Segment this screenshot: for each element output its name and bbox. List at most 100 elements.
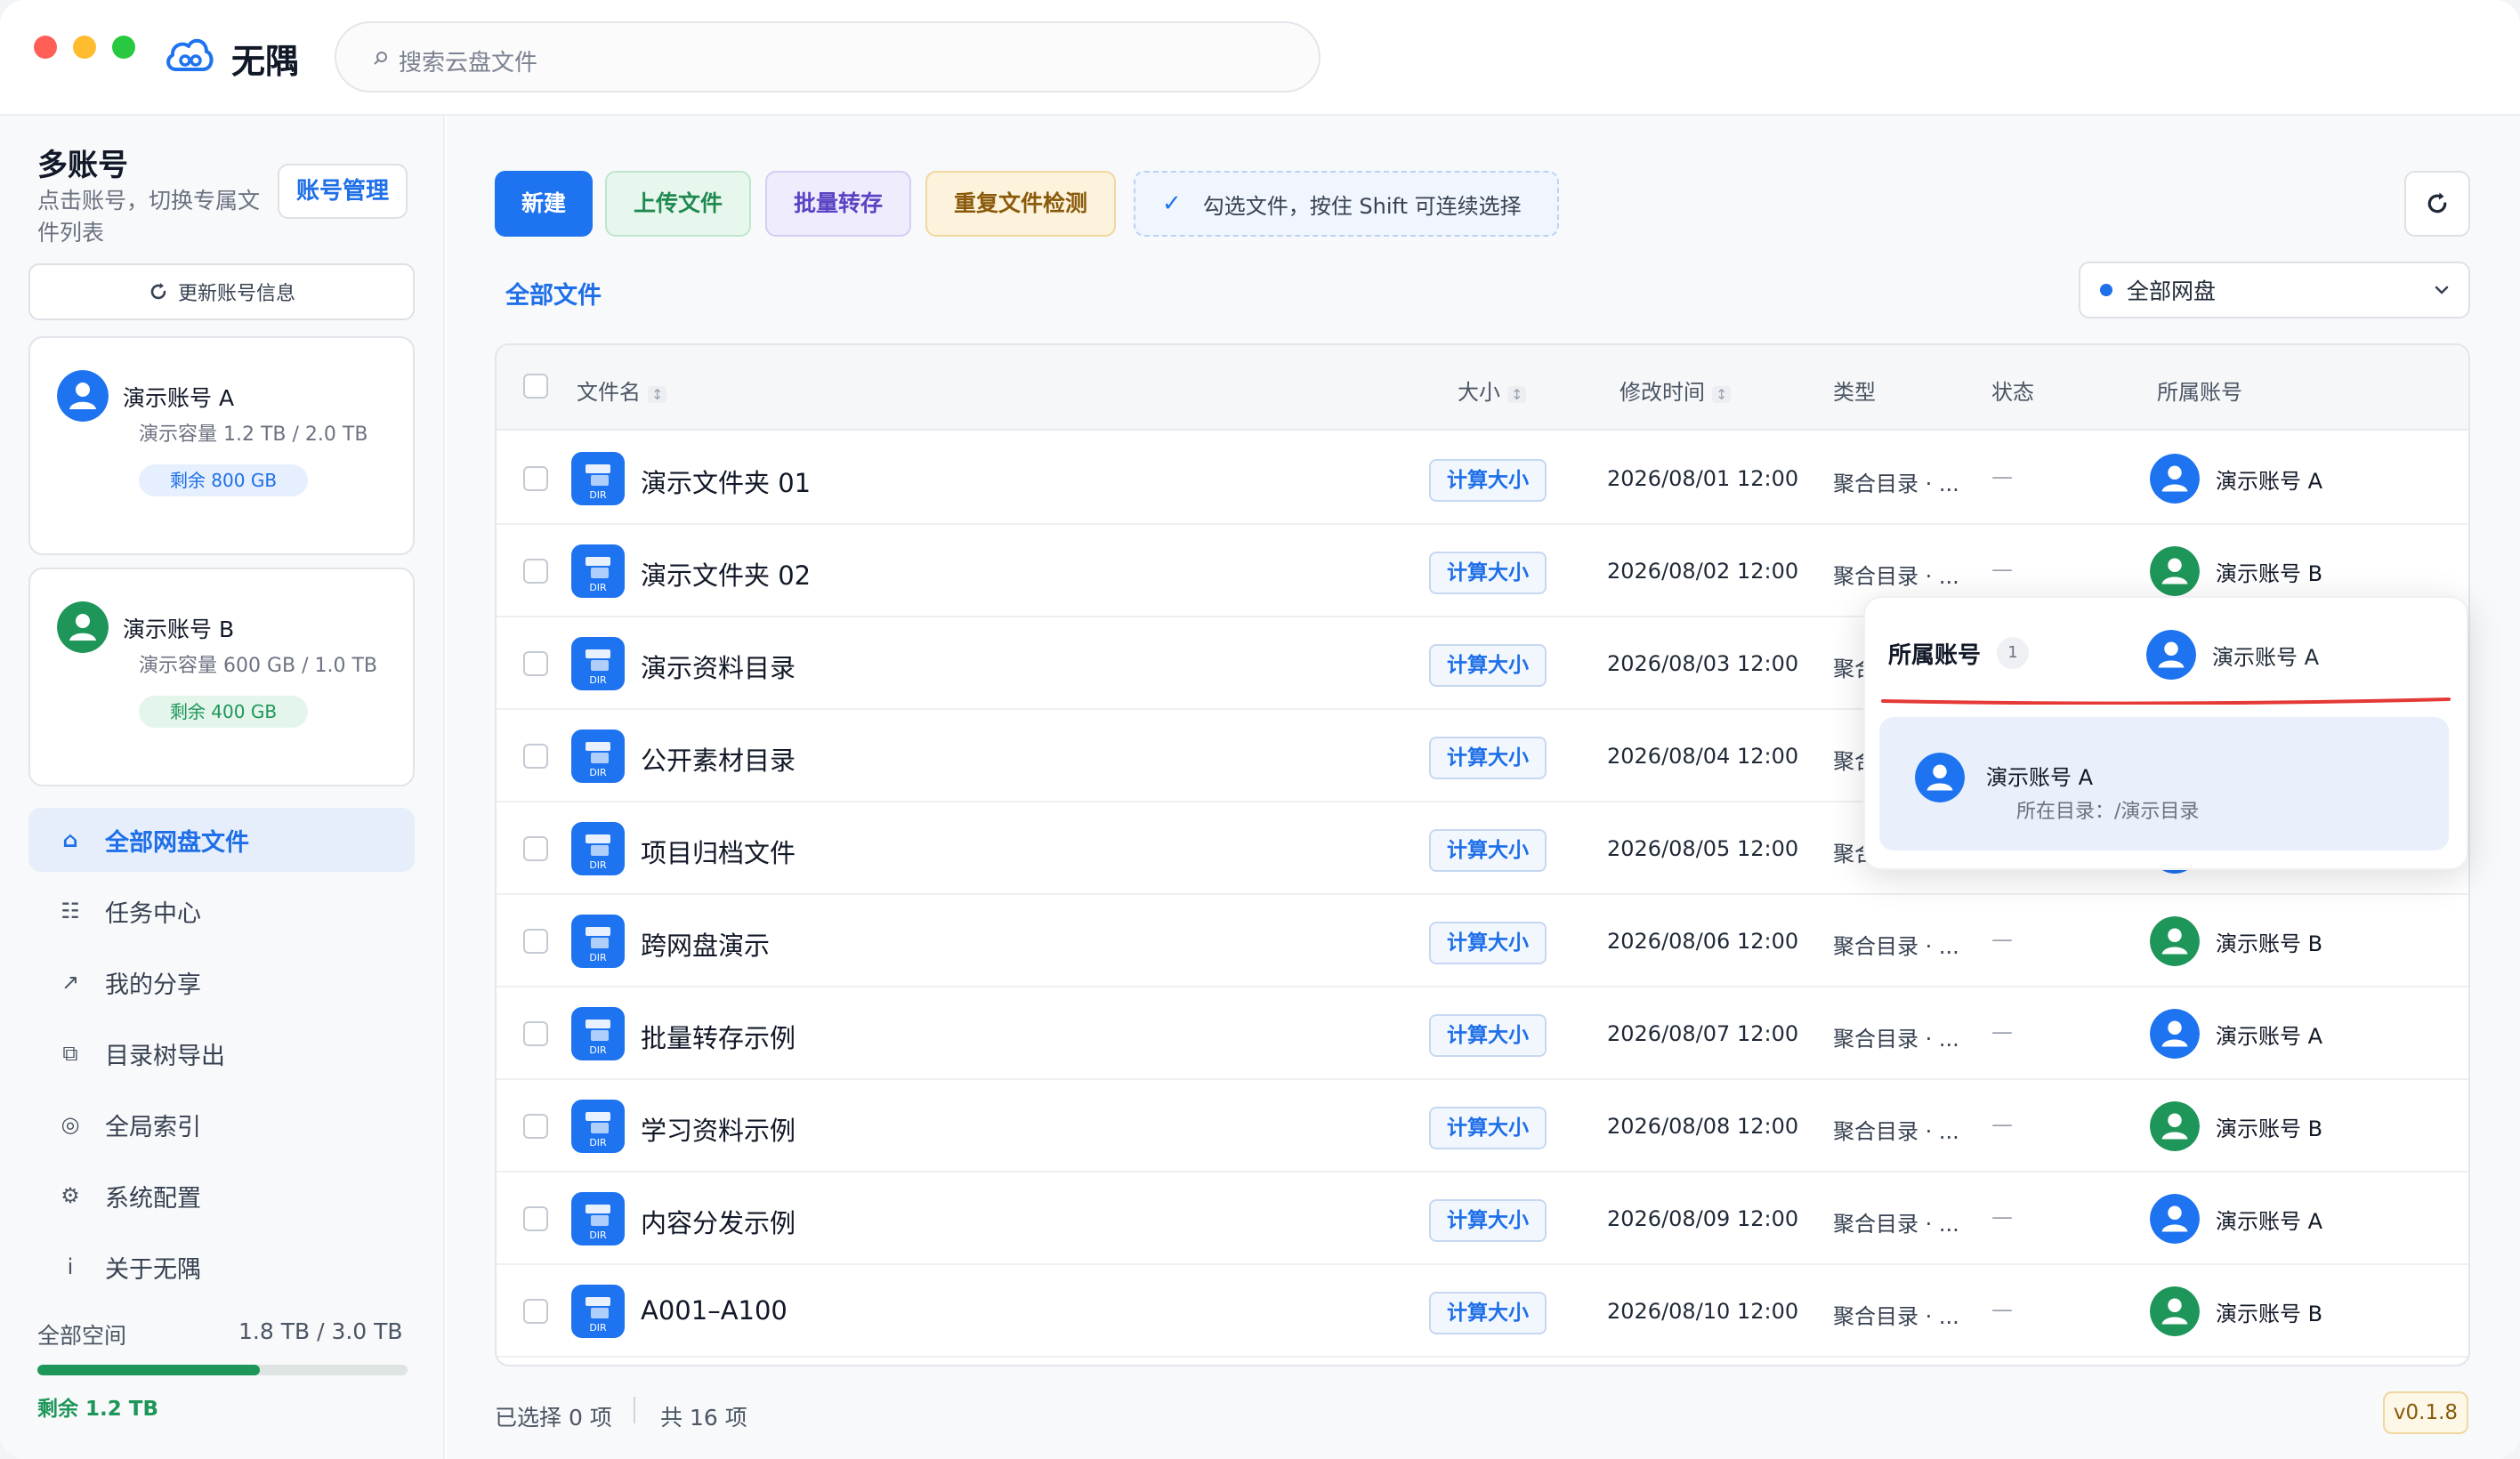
new-button[interactable]: 新建 xyxy=(495,171,593,237)
file-name[interactable]: 内容分发示例 xyxy=(641,1203,796,1240)
modified-time: 2026/08/10 12:00 xyxy=(1607,1299,1799,1324)
table-row[interactable]: DIR 学习资料示例 计算大小 2026/08/08 12:00 聚合目录 · ... —… xyxy=(497,1080,2468,1173)
column-account-header: 所属账号 xyxy=(2157,380,2242,405)
calc-size-button[interactable]: 计算大小 xyxy=(1429,552,1547,594)
owner-account[interactable]: 演示账号 B xyxy=(2150,544,2322,598)
owner-account[interactable]: 演示账号 B xyxy=(2150,1100,2322,1153)
sidebar-item-share[interactable]: ↗ 我的分享 xyxy=(28,950,415,1014)
calc-size-button[interactable]: 计算大小 xyxy=(1429,829,1547,872)
file-name[interactable]: 演示文件夹 02 xyxy=(641,555,811,592)
file-name[interactable]: 项目归档文件 xyxy=(641,833,796,870)
account-remaining-badge: 剩余 800 GB xyxy=(139,464,308,496)
file-name[interactable]: 批量转存示例 xyxy=(641,1018,796,1055)
row-checkbox[interactable] xyxy=(523,929,548,954)
file-name[interactable]: 演示文件夹 01 xyxy=(641,463,811,500)
file-name[interactable]: 学习资料示例 xyxy=(641,1110,796,1148)
chevron-down-icon xyxy=(2435,286,2449,294)
close-window-button[interactable] xyxy=(34,36,57,59)
user-avatar-icon xyxy=(57,601,109,653)
owner-account[interactable]: 演示账号 B xyxy=(2150,915,2322,968)
account-capacity: 演示容量 1.2 TB / 2.0 TB xyxy=(139,423,368,446)
select-all-checkbox[interactable] xyxy=(523,374,548,399)
column-type-header: 类型 xyxy=(1833,380,1876,405)
sidebar-item-tasks[interactable]: ☷ 任务中心 xyxy=(28,879,415,943)
account-manage-button[interactable]: 账号管理 xyxy=(278,164,408,219)
zoom-window-button[interactable] xyxy=(112,36,135,59)
file-name[interactable]: 跨网盘演示 xyxy=(641,925,770,963)
calc-size-button[interactable]: 计算大小 xyxy=(1429,922,1547,964)
calc-size-button[interactable]: 计算大小 xyxy=(1429,1107,1547,1149)
red-underline-annotation xyxy=(1881,697,2451,705)
account-card-a[interactable]: 演示账号 A 演示容量 1.2 TB / 2.0 TB 剩余 800 GB xyxy=(28,336,415,555)
file-name[interactable]: 公开素材目录 xyxy=(641,740,796,778)
svg-text:DIR: DIR xyxy=(589,1044,607,1056)
user-avatar-icon xyxy=(2150,1009,2200,1059)
row-checkbox[interactable] xyxy=(523,1114,548,1139)
version-badge: v0.1.8 xyxy=(2383,1391,2468,1434)
duplicate-check-button[interactable]: 重复文件检测 xyxy=(925,171,1116,237)
breadcrumb[interactable]: 全部文件 xyxy=(505,276,602,310)
upload-button[interactable]: 上传文件 xyxy=(605,171,751,237)
minimize-window-button[interactable] xyxy=(73,36,96,59)
sidebar-item-all-files[interactable]: ⌂ 全部网盘文件 xyxy=(28,808,415,872)
row-checkbox[interactable] xyxy=(523,1206,548,1231)
calc-size-button[interactable]: 计算大小 xyxy=(1429,737,1547,779)
sidebar-item-global-index[interactable]: ◎ 全局索引 xyxy=(28,1092,415,1157)
search-input[interactable]: 搜索云盘文件 xyxy=(335,21,1321,93)
table-row[interactable]: DIR 内容分发示例 计算大小 2026/08/09 12:00 聚合目录 · ... —… xyxy=(497,1173,2468,1265)
modified-time: 2026/08/06 12:00 xyxy=(1607,929,1799,954)
row-checkbox[interactable] xyxy=(523,1021,548,1046)
owner-account[interactable]: 演示账号 A xyxy=(2150,1007,2322,1060)
modified-time: 2026/08/02 12:00 xyxy=(1607,559,1799,584)
column-name-label: 文件名 xyxy=(577,380,641,405)
row-checkbox[interactable] xyxy=(523,744,548,769)
row-checkbox[interactable] xyxy=(523,1299,548,1324)
account-card-b[interactable]: 演示账号 B 演示容量 600 GB / 1.0 TB 剩余 400 GB xyxy=(28,568,415,786)
calc-size-button[interactable]: 计算大小 xyxy=(1429,1014,1547,1057)
column-name-header[interactable]: 文件名 ↕ xyxy=(577,375,667,406)
table-row[interactable]: DIR A001–A100 计算大小 2026/08/10 12:00 聚合目录 · .… xyxy=(497,1265,2468,1358)
disk-filter-select[interactable]: 全部网盘 xyxy=(2079,262,2470,318)
storage-remaining: 剩余 1.2 TB xyxy=(37,1398,158,1421)
owner-account[interactable]: 演示账号 A xyxy=(2150,452,2322,505)
folder-dir-icon: DIR xyxy=(571,915,625,968)
batch-transfer-button[interactable]: 批量转存 xyxy=(765,171,911,237)
owner-account[interactable]: 演示账号 B xyxy=(2150,1285,2322,1338)
status-dot xyxy=(2100,284,2112,296)
user-avatar-icon xyxy=(1915,753,1965,802)
folder-dir-icon: DIR xyxy=(571,1007,625,1060)
table-row[interactable]: DIR 跨网盘演示 计算大小 2026/08/06 12:00 聚合目录 · ... — 演… xyxy=(497,895,2468,987)
file-name[interactable]: A001–A100 xyxy=(641,1295,788,1326)
row-checkbox[interactable] xyxy=(523,466,548,491)
table-row[interactable]: DIR 批量转存示例 计算大小 2026/08/07 12:00 聚合目录 · ... —… xyxy=(497,987,2468,1080)
file-status: — xyxy=(1991,927,2013,952)
file-status: — xyxy=(1991,557,2013,582)
column-mtime-header[interactable]: 修改时间 ↕ xyxy=(1619,375,1732,406)
sidebar-item-about[interactable]: i 关于无隅 xyxy=(28,1235,415,1299)
table-row[interactable]: DIR 演示文件夹 01 计算大小 2026/08/01 12:00 聚合目录 · ..… xyxy=(497,432,2468,525)
row-checkbox[interactable] xyxy=(523,836,548,861)
refresh-button[interactable] xyxy=(2404,171,2470,237)
popover-account-item[interactable]: 演示账号 A 所在目录：/演示目录 xyxy=(1879,717,2449,850)
calc-size-button[interactable]: 计算大小 xyxy=(1429,644,1547,687)
calc-size-button[interactable]: 计算大小 xyxy=(1429,1199,1547,1242)
row-checkbox[interactable] xyxy=(523,651,548,676)
account-popover: 所属账号 1 演示账号 A 演示账号 A 所在目录：/演示目录 xyxy=(1863,596,2468,870)
file-status: — xyxy=(1991,464,2013,489)
calc-size-button[interactable]: 计算大小 xyxy=(1429,1292,1547,1334)
file-name[interactable]: 演示资料目录 xyxy=(641,648,796,685)
calc-size-button[interactable]: 计算大小 xyxy=(1429,459,1547,502)
sidebar-item-label: 关于无隅 xyxy=(105,1255,201,1284)
column-size-header[interactable]: 大小 ↕ xyxy=(1458,375,1527,406)
refresh-account-info-button[interactable]: 更新账号信息 xyxy=(28,263,415,320)
popover-count-badge: 1 xyxy=(1997,637,2029,669)
owner-account-name: 演示账号 B xyxy=(2216,931,2323,956)
sidebar-item-settings[interactable]: ⚙ 系统配置 xyxy=(28,1164,415,1228)
owner-account[interactable]: 演示账号 A xyxy=(2150,1192,2322,1245)
sidebar-item-tree-export[interactable]: ⧉ 目录树导出 xyxy=(28,1021,415,1085)
selection-hint-text: 勾选文件，按住 Shift 可连续选择 xyxy=(1202,193,1522,219)
storage-progress-bar xyxy=(37,1365,408,1375)
row-checkbox[interactable] xyxy=(523,559,548,584)
sidebar: 多账号 点击账号，切换专属文件列表 账号管理 更新账号信息 演示账号 A 演示容… xyxy=(0,116,445,1459)
svg-text:DIR: DIR xyxy=(589,952,607,963)
